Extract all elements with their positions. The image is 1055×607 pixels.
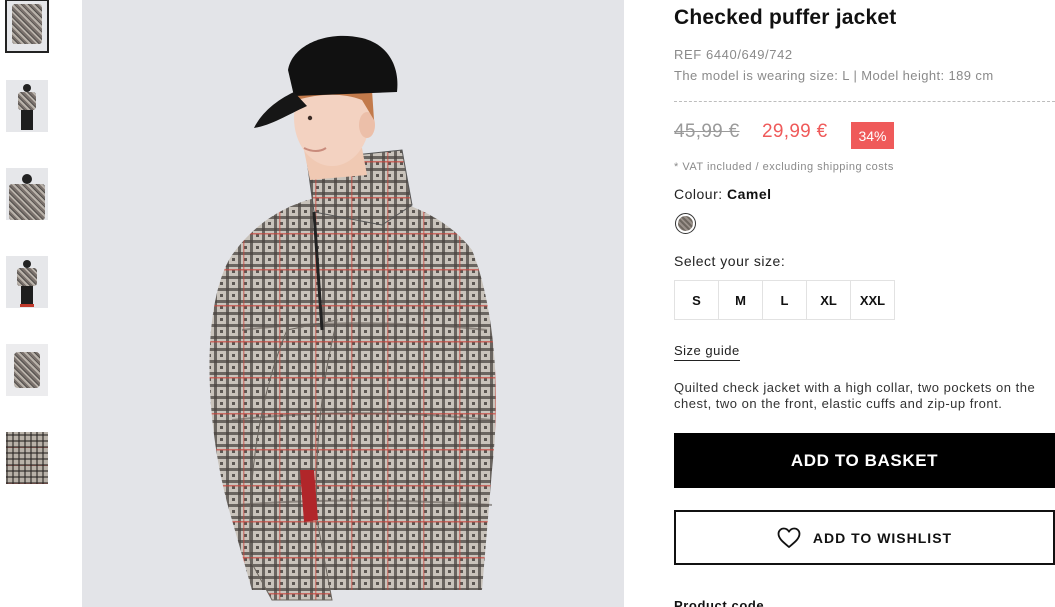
size-option-l[interactable]: L — [762, 280, 807, 320]
size-selector: S M L XL XXL — [674, 280, 895, 320]
thumbnail-2[interactable] — [6, 80, 48, 132]
select-size-label: Select your size: — [674, 253, 786, 269]
thumbnail-1[interactable] — [5, 0, 49, 53]
colour-swatch-camel[interactable] — [675, 213, 696, 234]
product-title: Checked puffer jacket — [674, 6, 897, 29]
add-to-wishlist-label: ADD TO WISHLIST — [812, 529, 953, 546]
size-guide-link[interactable]: Size guide — [674, 343, 740, 361]
main-product-image[interactable] — [82, 0, 624, 607]
thumbnail-5[interactable] — [6, 344, 48, 396]
thumbnail-3[interactable] — [6, 168, 48, 220]
colour-label-row: Colour: Camel — [674, 186, 772, 202]
old-price: 45,99 € — [674, 121, 740, 142]
thumbnail-4[interactable] — [6, 256, 48, 308]
vat-note: * VAT included / excluding shipping cost… — [674, 161, 894, 173]
add-to-basket-button[interactable]: ADD TO BASKET — [674, 433, 1055, 488]
model-info: The model is wearing size: L | Model hei… — [674, 68, 994, 83]
heart-icon — [777, 527, 801, 548]
add-to-wishlist-button[interactable]: ADD TO WISHLIST — [674, 510, 1055, 565]
model-photo-illustration — [209, 35, 496, 601]
size-option-xxl[interactable]: XXL — [850, 280, 895, 320]
discount-badge: 34% — [851, 122, 894, 149]
size-option-m[interactable]: M — [718, 280, 763, 320]
thumbnail-6[interactable] — [6, 432, 48, 484]
price-divider — [674, 101, 1055, 102]
product-description: Quilted check jacket with a high collar,… — [674, 380, 1036, 411]
product-ref: REF 6440/649/742 — [674, 47, 793, 62]
sale-price: 29,99 € — [762, 121, 828, 142]
size-option-s[interactable]: S — [674, 280, 719, 320]
product-code-heading: Product code — [674, 598, 765, 607]
colour-label: Colour: — [674, 186, 723, 202]
colour-value: Camel — [727, 186, 772, 202]
size-option-xl[interactable]: XL — [806, 280, 851, 320]
